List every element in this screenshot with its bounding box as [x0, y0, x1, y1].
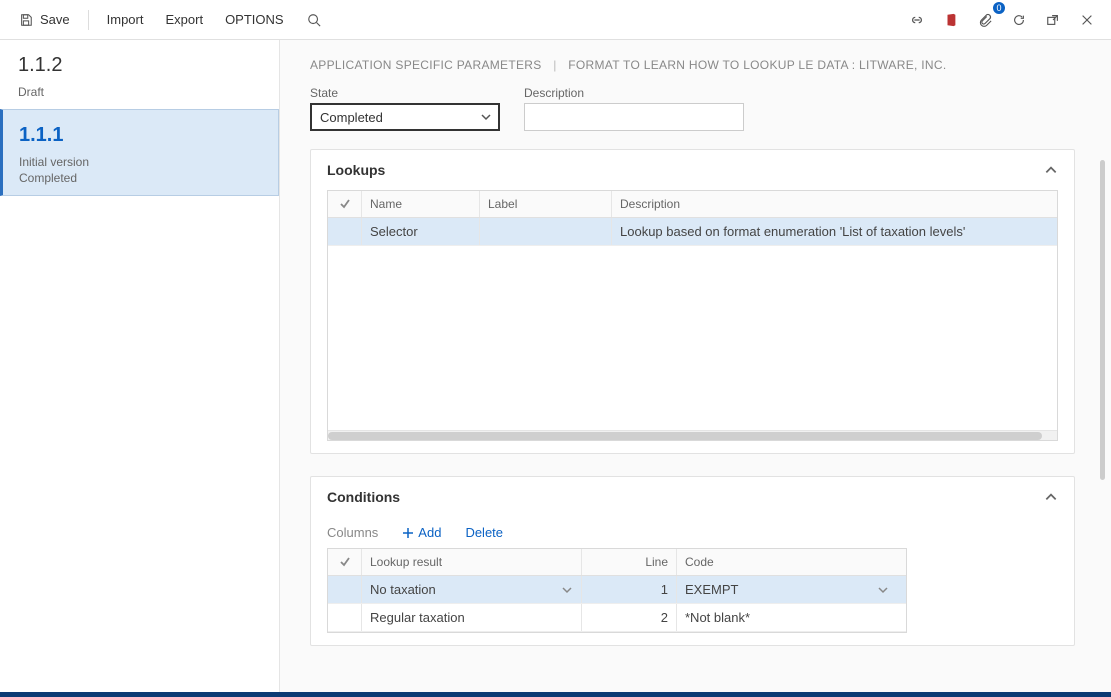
top-toolbar: Save Import Export OPTIONS [0, 0, 1111, 40]
conditions-row[interactable]: Regular taxation 2 *Not blank* [328, 604, 906, 632]
plus-icon [402, 527, 414, 539]
attachments-button[interactable]: 0 [971, 6, 999, 34]
conditions-code-cell[interactable]: EXEMPT [677, 576, 897, 603]
conditions-header[interactable]: Conditions [311, 477, 1074, 517]
conditions-row[interactable]: No taxation 1 EXEMPT [328, 576, 906, 604]
main-area: APPLICATION SPECIFIC PARAMETERS | FORMAT… [280, 40, 1111, 692]
link-icon [909, 12, 925, 28]
sidebar-item-line1: Initial version [19, 155, 260, 169]
add-button[interactable]: Add [402, 525, 441, 540]
state-value: Completed [320, 110, 383, 125]
conditions-toolbar: Columns Add Delete [311, 517, 1074, 548]
conditions-code-value: *Not blank* [685, 610, 750, 625]
lookups-panel: Lookups Name [310, 149, 1075, 454]
collapse-icon [1044, 163, 1058, 177]
lookups-col-select[interactable] [328, 191, 362, 217]
conditions-lookup-result-cell[interactable]: Regular taxation [362, 604, 582, 631]
conditions-lookup-result-value: Regular taxation [370, 610, 465, 625]
header-form: State Completed Description [310, 86, 1075, 131]
chevron-down-icon [561, 584, 573, 596]
sidebar-item-title: 1.1.2 [18, 54, 261, 77]
conditions-code-value: EXEMPT [685, 582, 738, 597]
delete-button[interactable]: Delete [465, 525, 503, 540]
breadcrumb-part2: FORMAT TO LEARN HOW TO LOOKUP LE DATA : … [568, 58, 946, 72]
office-button[interactable] [937, 6, 965, 34]
lookups-row-name: Selector [362, 218, 480, 245]
sidebar-item-title: 1.1.1 [19, 124, 260, 147]
attachments-badge: 0 [993, 2, 1005, 14]
chevron-down-icon [480, 111, 492, 123]
state-label: State [310, 86, 500, 100]
conditions-col-line[interactable]: Line [582, 549, 677, 575]
sidebar-item-line2: Completed [19, 171, 260, 185]
lookups-row-label [480, 218, 612, 245]
sidebar-item-draft[interactable]: 1.1.2 Draft [0, 40, 279, 109]
lookups-empty-area [328, 250, 1057, 430]
connect-button[interactable] [903, 6, 931, 34]
conditions-row-selector[interactable] [328, 576, 362, 603]
conditions-panel: Conditions Columns Add Delete [310, 476, 1075, 646]
paperclip-icon [977, 12, 993, 28]
options-button[interactable]: OPTIONS [217, 8, 292, 31]
lookups-title: Lookups [327, 162, 385, 178]
conditions-title: Conditions [327, 489, 400, 505]
lookups-header[interactable]: Lookups [311, 150, 1074, 190]
lookups-grid: Name Label Description Selector Lookup b… [327, 190, 1058, 441]
import-button[interactable]: Import [99, 8, 152, 31]
popout-icon [1045, 12, 1061, 28]
office-icon [943, 12, 959, 28]
refresh-icon [1011, 12, 1027, 28]
sidebar-item-subtitle: Draft [18, 85, 261, 99]
description-label: Description [524, 86, 744, 100]
conditions-grid: Lookup result Line Code No taxation [327, 548, 907, 633]
lookups-col-name[interactable]: Name [362, 191, 480, 217]
add-label: Add [418, 525, 441, 540]
conditions-row-selector[interactable] [328, 604, 362, 631]
toolbar-separator [88, 10, 89, 30]
lookups-row-selector[interactable] [328, 218, 362, 245]
import-label: Import [107, 12, 144, 27]
popout-button[interactable] [1039, 6, 1067, 34]
breadcrumb-part1: APPLICATION SPECIFIC PARAMETERS [310, 58, 542, 72]
conditions-col-lookup-result[interactable]: Lookup result [362, 549, 582, 575]
lookups-col-label[interactable]: Label [480, 191, 612, 217]
collapse-icon [1044, 490, 1058, 504]
conditions-col-code[interactable]: Code [677, 549, 897, 575]
lookups-row-description: Lookup based on format enumeration 'List… [612, 218, 1057, 245]
chevron-down-icon [877, 584, 889, 596]
bottom-bar [0, 692, 1111, 697]
conditions-lookup-result-value: No taxation [370, 582, 436, 597]
search-icon [306, 12, 322, 28]
close-button[interactable] [1073, 6, 1101, 34]
check-icon [339, 556, 351, 568]
refresh-button[interactable] [1005, 6, 1033, 34]
save-icon [18, 12, 34, 28]
lookups-row[interactable]: Selector Lookup based on format enumerat… [328, 218, 1057, 246]
conditions-col-select[interactable] [328, 549, 362, 575]
state-select[interactable]: Completed [310, 103, 500, 131]
conditions-lookup-result-cell[interactable]: No taxation [362, 576, 582, 603]
save-button[interactable]: Save [10, 8, 78, 32]
export-label: Export [165, 12, 203, 27]
main-vscrollbar[interactable] [1100, 160, 1105, 480]
version-sidebar: 1.1.2 Draft 1.1.1 Initial version Comple… [0, 40, 280, 692]
sidebar-item-completed[interactable]: 1.1.1 Initial version Completed [0, 109, 279, 196]
search-button[interactable] [298, 8, 330, 32]
breadcrumb: APPLICATION SPECIFIC PARAMETERS | FORMAT… [310, 58, 1075, 72]
save-label: Save [40, 12, 70, 27]
description-input[interactable] [524, 103, 744, 131]
options-label: OPTIONS [225, 12, 284, 27]
export-button[interactable]: Export [157, 8, 211, 31]
lookups-hscrollbar[interactable] [328, 430, 1057, 440]
check-icon [339, 198, 351, 210]
columns-button[interactable]: Columns [327, 525, 378, 540]
conditions-line-cell: 2 [582, 604, 677, 631]
conditions-code-cell[interactable]: *Not blank* [677, 604, 897, 631]
conditions-line-cell: 1 [582, 576, 677, 603]
breadcrumb-separator: | [553, 58, 556, 72]
close-icon [1079, 12, 1095, 28]
lookups-col-description[interactable]: Description [612, 191, 1057, 217]
